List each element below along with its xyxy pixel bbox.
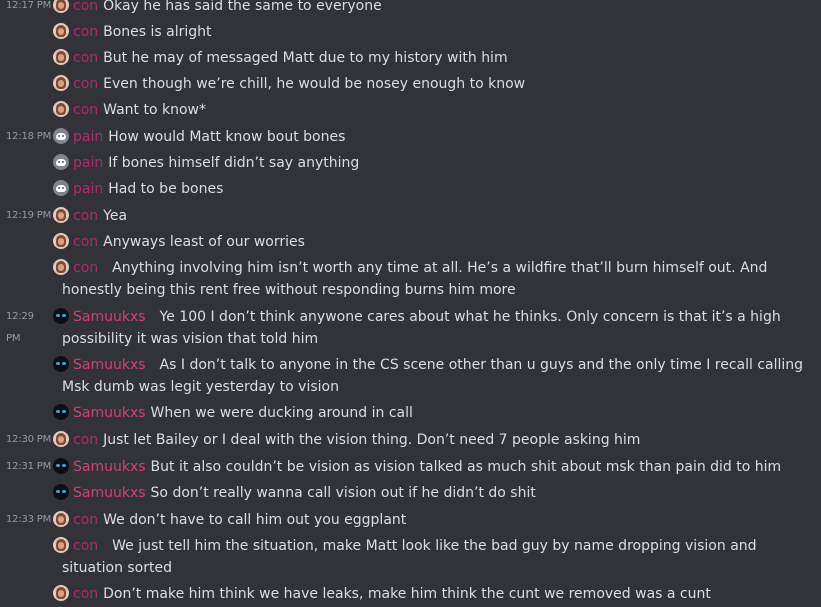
message-text: Want to know* xyxy=(103,102,206,118)
message-timestamp: 12:33 PM xyxy=(6,514,52,525)
avatar[interactable] xyxy=(53,585,69,601)
message-content: con Okay he has said the same to everyone xyxy=(53,0,807,17)
message-timestamp: 12:30 PM xyxy=(6,434,52,445)
message-content: con Bones is alright xyxy=(53,21,807,43)
message-text: If bones himself didn’t say anything xyxy=(108,155,360,171)
message-text: Had to be bones xyxy=(108,181,224,197)
avatar[interactable] xyxy=(53,128,69,144)
avatar[interactable] xyxy=(53,511,69,527)
username[interactable]: pain xyxy=(73,155,103,171)
message-timestamp: 12:31 PM xyxy=(6,461,52,472)
avatar[interactable] xyxy=(53,0,69,13)
message-text: But it also couldn’t be vision as vision… xyxy=(150,459,782,475)
username[interactable]: Samuukxs xyxy=(73,309,146,325)
avatar[interactable] xyxy=(53,154,69,170)
username[interactable]: con xyxy=(73,102,98,118)
username[interactable]: pain xyxy=(73,181,103,197)
message-content: con We just tell him the situation, make … xyxy=(53,535,807,579)
avatar[interactable] xyxy=(53,404,69,420)
message-content: Samuukxs When we were ducking around in c… xyxy=(53,402,807,424)
avatar[interactable] xyxy=(53,101,69,117)
avatar[interactable] xyxy=(53,458,69,474)
message-text: But he may of messaged Matt due to my hi… xyxy=(103,50,508,66)
message-text: Don’t make him think we have leaks, make… xyxy=(103,586,711,602)
message-text: How would Matt know bout bones xyxy=(108,129,346,145)
message-timestamp: 12:17 PM xyxy=(6,0,52,11)
message-timestamp: 12:29 PM xyxy=(6,311,34,344)
message-content: pain How would Matt know bout bones xyxy=(53,126,807,148)
avatar[interactable] xyxy=(53,75,69,91)
username[interactable]: Samuukxs xyxy=(73,485,146,501)
message-text: Anyways least of our worries xyxy=(103,234,305,250)
avatar[interactable] xyxy=(53,180,69,196)
username[interactable]: Samuukxs xyxy=(73,459,146,475)
username[interactable]: con xyxy=(73,432,98,448)
message-content: Samuukxs Ye 100 I don’t think anywone car… xyxy=(53,306,807,350)
message-content: pain Had to be bones xyxy=(53,178,807,200)
message-text: Even though we’re chill, he would be nos… xyxy=(103,76,526,92)
message-timestamp: 12:18 PM xyxy=(6,131,52,142)
message-text: Just let Bailey or I deal with the visio… xyxy=(103,432,641,448)
message-text: As I don’t talk to anyone in the CS scen… xyxy=(62,357,804,395)
username[interactable]: con xyxy=(73,50,98,66)
username[interactable]: con xyxy=(73,512,98,528)
message-content: Samuukxs As I don’t talk to anyone in the… xyxy=(53,354,807,398)
avatar[interactable] xyxy=(53,233,69,249)
message-content: con Anyways least of our worries xyxy=(53,231,807,253)
message-content: con We don’t have to call him out you egg… xyxy=(53,509,807,531)
message-text: When we were ducking around in call xyxy=(150,405,413,421)
avatar[interactable] xyxy=(53,537,69,553)
message-text: Ye 100 I don’t think anywone cares about… xyxy=(62,309,781,347)
message-content: con Don’t make him think we have leaks, m… xyxy=(53,583,807,605)
message-content: con Yea xyxy=(53,205,807,227)
message-content: con Want to know* xyxy=(53,99,807,121)
avatar[interactable] xyxy=(53,23,69,39)
message-content: Samuukxs So don’t really wanna call visio… xyxy=(53,482,807,504)
username[interactable]: con xyxy=(73,234,98,250)
username[interactable]: con xyxy=(73,24,98,40)
message-text: Bones is alright xyxy=(103,24,212,40)
chat-message-list: 12:17 PM con Okay he has said the same to … xyxy=(0,0,821,607)
username[interactable]: con xyxy=(73,260,98,276)
avatar[interactable] xyxy=(53,49,69,65)
username[interactable]: Samuukxs xyxy=(73,357,146,373)
username[interactable]: con xyxy=(73,76,98,92)
username[interactable]: con xyxy=(73,586,98,602)
message-text: Anything involving him isn’t worth any t… xyxy=(62,260,768,298)
message-content: con But he may of messaged Matt due to my… xyxy=(53,47,807,69)
message-text: So don’t really wanna call vision out if… xyxy=(150,485,536,501)
username[interactable]: Samuukxs xyxy=(73,405,146,421)
avatar[interactable] xyxy=(53,207,69,223)
username[interactable]: pain xyxy=(73,129,103,145)
message-content: pain If bones himself didn’t say anything xyxy=(53,152,807,174)
avatar[interactable] xyxy=(53,431,69,447)
message-timestamp: 12:19 PM xyxy=(6,210,52,221)
message-text: Yea xyxy=(103,208,128,224)
avatar[interactable] xyxy=(53,356,69,372)
message-text: We don’t have to call him out you eggpla… xyxy=(103,512,407,528)
avatar[interactable] xyxy=(53,484,69,500)
message-content: Samuukxs But it also couldn’t be vision a… xyxy=(53,456,807,478)
username[interactable]: con xyxy=(73,208,98,224)
message-content: con Anything involving him isn’t worth an… xyxy=(53,257,807,301)
avatar[interactable] xyxy=(53,259,69,275)
message-text: Okay he has said the same to everyone xyxy=(103,0,382,14)
avatar[interactable] xyxy=(53,308,69,324)
message-content: con Just let Bailey or I deal with the vi… xyxy=(53,429,807,451)
username[interactable]: con xyxy=(73,0,98,14)
message-text: We just tell him the situation, make Mat… xyxy=(62,538,757,576)
message-content: con Even though we’re chill, he would be … xyxy=(53,73,807,95)
username[interactable]: con xyxy=(73,538,98,554)
